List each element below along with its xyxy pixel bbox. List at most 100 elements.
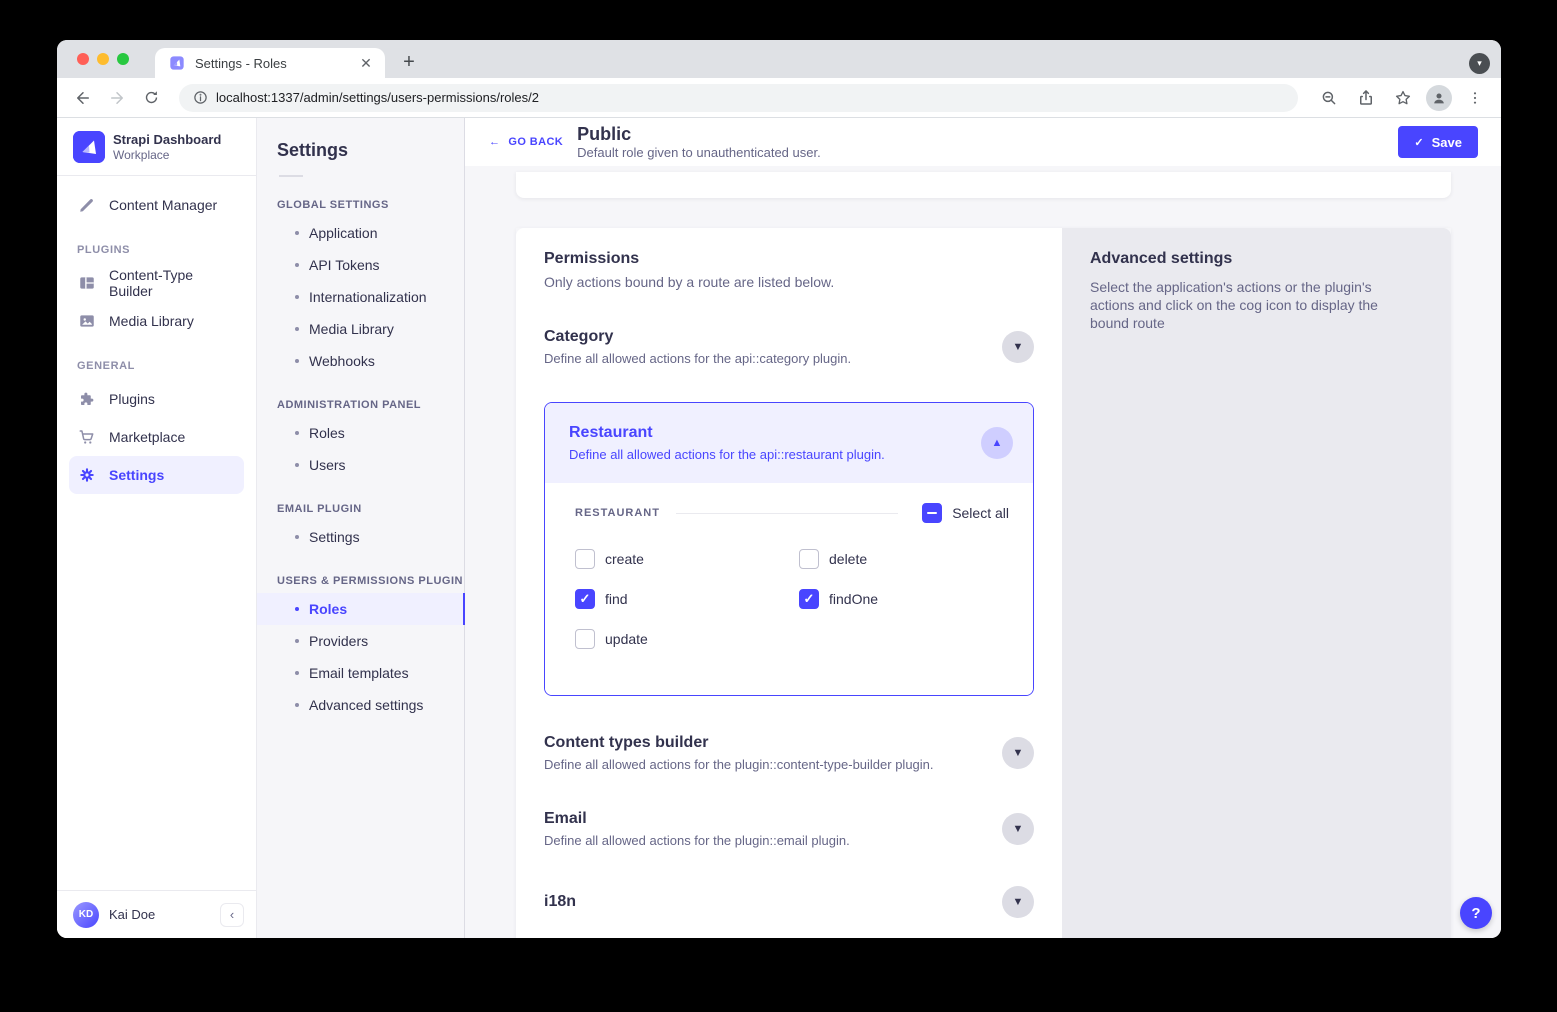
site-info-icon[interactable]	[193, 90, 208, 105]
collapse-sidebar-button[interactable]: ‹	[220, 903, 244, 927]
delete-checkbox[interactable]: ✓	[799, 549, 819, 569]
bullet-icon	[295, 263, 299, 267]
url-bar[interactable]: localhost:1337/admin/settings/users-perm…	[179, 84, 1298, 112]
sidebar-item-label: Marketplace	[109, 429, 185, 445]
accordion-restaurant-header[interactable]: Restaurant Define all allowed actions fo…	[545, 403, 1033, 483]
page-subtitle: Default role given to unauthenticated us…	[577, 145, 821, 160]
subnav-item-admin-users[interactable]: Users	[257, 449, 464, 481]
sidebar-item-media-library[interactable]: Media Library	[69, 302, 244, 340]
check-icon: ✓	[1414, 136, 1423, 149]
advanced-settings-description: Select the application's actions or the …	[1090, 278, 1416, 332]
permission-create: ✓ create	[575, 547, 799, 571]
role-title-block: Public Default role given to unauthentic…	[577, 124, 821, 160]
share-icon[interactable]	[1352, 84, 1380, 112]
minimize-window-button[interactable]	[97, 53, 109, 65]
browser-menu-icon[interactable]	[1461, 84, 1489, 112]
new-tab-button[interactable]: +	[395, 48, 423, 76]
permissions-card: Permissions Only actions bound by a rout…	[516, 228, 1062, 938]
subnav-item-api-tokens[interactable]: API Tokens	[257, 249, 464, 281]
bullet-icon	[295, 295, 299, 299]
subnav-item-up-roles[interactable]: Roles	[257, 593, 464, 625]
accordion-subtitle: Define all allowed actions for the plugi…	[544, 757, 1002, 772]
subnav-item-label: Media Library	[309, 321, 394, 337]
subnav-item-advanced-settings[interactable]: Advanced settings	[257, 689, 464, 721]
sidebar-item-content-type-builder[interactable]: Content-Type Builder	[69, 264, 244, 302]
select-all-checkbox[interactable]	[922, 503, 942, 523]
forward-icon[interactable]	[103, 84, 131, 112]
update-checkbox[interactable]: ✓	[575, 629, 595, 649]
select-all-label: Select all	[952, 505, 1009, 521]
accordion-i18n[interactable]: i18n ▼	[544, 886, 1034, 918]
toolbar-actions	[1306, 84, 1489, 112]
go-back-link[interactable]: ← GO BACK	[489, 136, 563, 148]
main-content: ← GO BACK Public Default role given to u…	[465, 118, 1501, 938]
help-button[interactable]: ?	[1460, 897, 1492, 929]
tab-search-button[interactable]: ▾	[1469, 53, 1490, 74]
url-text: localhost:1337/admin/settings/users-perm…	[216, 90, 539, 105]
save-button[interactable]: ✓ Save	[1398, 126, 1478, 158]
checkbox-label: create	[605, 551, 644, 567]
sidebar-item-plugins[interactable]: Plugins	[69, 380, 244, 418]
subnav-item-email-templates[interactable]: Email templates	[257, 657, 464, 689]
accordion-category[interactable]: Category Define all allowed actions for …	[544, 328, 1034, 366]
sidebar-item-label: Settings	[109, 467, 164, 483]
chevron-down-icon[interactable]: ▼	[1002, 886, 1034, 918]
bullet-icon	[295, 359, 299, 363]
browser-tab[interactable]: Settings - Roles ✕	[155, 48, 385, 78]
permissions-subtitle: Only actions bound by a route are listed…	[544, 274, 1034, 290]
sidebar-item-settings[interactable]: Settings	[69, 456, 244, 494]
accordion-titles: i18n	[544, 893, 1002, 911]
create-checkbox[interactable]: ✓	[575, 549, 595, 569]
subnav-item-internationalization[interactable]: Internationalization	[257, 281, 464, 313]
permission-update: ✓ update	[575, 627, 799, 651]
layout-grid-icon	[77, 273, 97, 293]
subnav-item-webhooks[interactable]: Webhooks	[257, 345, 464, 377]
findone-checkbox[interactable]: ✓	[799, 589, 819, 609]
page-body: Permissions Only actions bound by a rout…	[465, 166, 1501, 938]
sidebar-item-label: Media Library	[109, 313, 194, 329]
check-icon: ✓	[580, 591, 591, 607]
sidebar-item-marketplace[interactable]: Marketplace	[69, 418, 244, 456]
subnav-item-label: Advanced settings	[309, 697, 423, 713]
group-label: RESTAURANT	[575, 507, 660, 519]
subnav-item-application[interactable]: Application	[257, 217, 464, 249]
pen-icon	[77, 195, 97, 215]
permission-find: ✓ find	[575, 587, 799, 611]
bullet-icon	[295, 607, 299, 611]
select-all-control: Select all	[922, 503, 1009, 523]
sidebar-item-label: Content-Type Builder	[109, 267, 236, 299]
accordion-restaurant: Restaurant Define all allowed actions fo…	[544, 402, 1034, 696]
chevron-down-icon[interactable]: ▼	[1002, 813, 1034, 845]
zoom-out-icon[interactable]	[1315, 84, 1343, 112]
bullet-icon	[295, 703, 299, 707]
bullet-icon	[295, 431, 299, 435]
workspace-switcher[interactable]: Strapi Dashboard Workplace	[57, 118, 256, 175]
browser-toolbar: localhost:1337/admin/settings/users-perm…	[57, 78, 1501, 118]
accordion-title: Content types builder	[544, 734, 1002, 752]
close-window-button[interactable]	[77, 53, 89, 65]
back-icon[interactable]	[69, 84, 97, 112]
chevron-up-icon[interactable]: ▲	[981, 427, 1013, 459]
group-divider	[676, 513, 898, 514]
user-avatar[interactable]: KD	[73, 902, 99, 928]
accordion-email[interactable]: Email Define all allowed actions for the…	[544, 810, 1034, 848]
subnav-item-email-settings[interactable]: Settings	[257, 521, 464, 553]
subnav-item-media-library[interactable]: Media Library	[257, 313, 464, 345]
bookmark-star-icon[interactable]	[1389, 84, 1417, 112]
reload-icon[interactable]	[137, 84, 165, 112]
settings-subnav: Settings GLOBAL SETTINGS Application API…	[257, 118, 465, 938]
accordion-subtitle: Define all allowed actions for the api::…	[544, 351, 1002, 366]
zoom-window-button[interactable]	[117, 53, 129, 65]
chevron-down-icon[interactable]: ▼	[1002, 331, 1034, 363]
bullet-icon	[295, 639, 299, 643]
subnav-item-admin-roles[interactable]: Roles	[257, 417, 464, 449]
accordion-content-types-builder[interactable]: Content types builder Define all allowed…	[544, 734, 1034, 772]
find-checkbox[interactable]: ✓	[575, 589, 595, 609]
sidebar-item-content-manager[interactable]: Content Manager	[69, 186, 244, 224]
chevron-down-icon[interactable]: ▼	[1002, 737, 1034, 769]
sidebar-item-label: Plugins	[109, 391, 155, 407]
subnav-item-providers[interactable]: Providers	[257, 625, 464, 657]
tab-close-icon[interactable]: ✕	[357, 54, 375, 72]
browser-profile-avatar[interactable]	[1426, 85, 1452, 111]
accordion-title: Email	[544, 810, 1002, 828]
